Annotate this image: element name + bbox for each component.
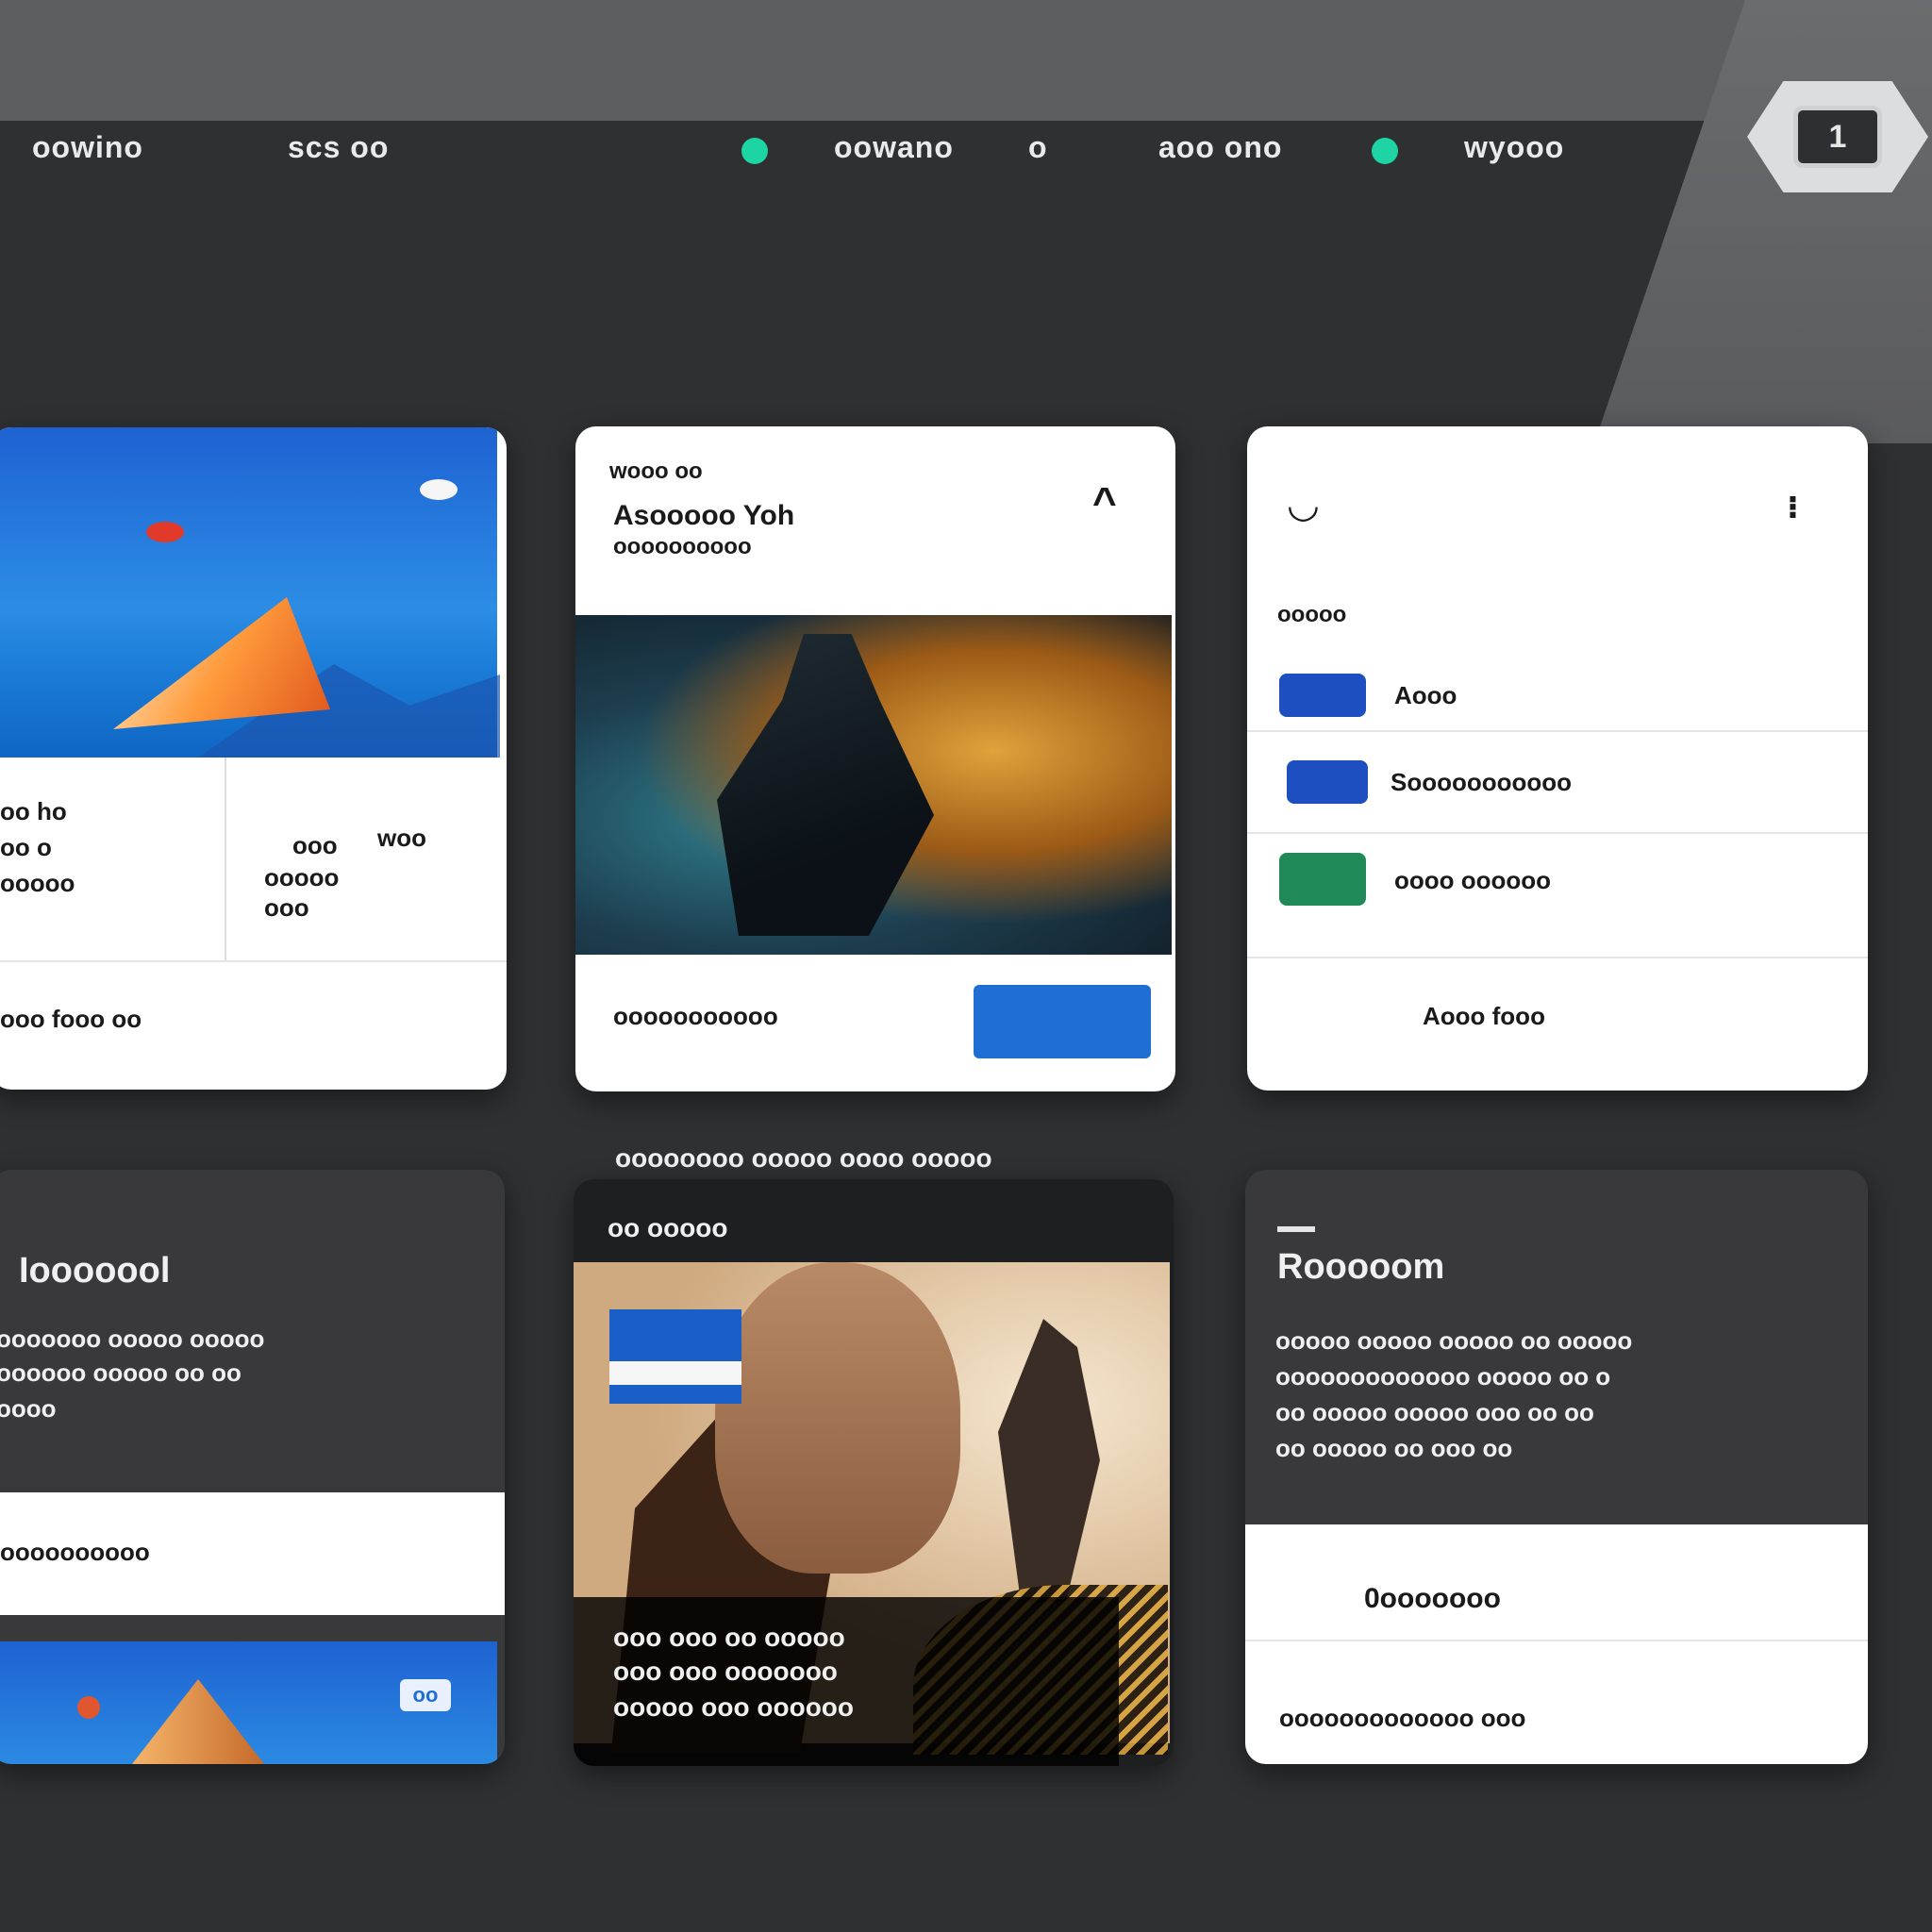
card-a-line-1: oo ho [0,797,67,825]
card-sea-image [0,427,500,758]
cloud-icon [420,479,458,500]
nav-item-4[interactable]: o [1028,130,1048,165]
kite-icon [146,522,184,542]
card-warrior[interactable]: wooo oo Asooooo Yoh oooooooooo ^ ooooooo… [575,426,1175,1091]
card-dark-info[interactable]: Rooooom ooooo ooooo ooooo oo ooooo ooooo… [1245,1170,1868,1764]
creature-shape [998,1319,1100,1602]
card-b-footer: ooooooooooo [613,1002,778,1030]
status-dot-icon [1372,138,1398,164]
card-b-image [575,615,1172,955]
card-b-action-button[interactable] [974,985,1151,1058]
card-a-right-1: ooo [292,831,338,859]
card-dark-text[interactable]: Iooooool ooooooo ooooo ooooo oooooo oooo… [0,1170,505,1764]
smile-icon[interactable]: ◡ [1289,483,1318,526]
card-a-right-3: ooo [264,893,309,922]
flag-shape [609,1309,741,1404]
card-f-mid[interactable]: 0ooooooo [1364,1583,1501,1615]
card-sea[interactable]: oo ho oo o ooooo woo ooo ooooo ooo ooo f… [0,427,507,1090]
logo-icon: 1 [1793,106,1882,168]
list-item-icon [1279,853,1366,906]
card-d-line-3: oooo [0,1394,57,1423]
card-f-line-3: oo ooooo ooooo ooo oo oo [1275,1398,1594,1426]
card-f-title: Rooooom [1277,1247,1445,1287]
card-a-right-top: woo [377,824,426,852]
nav-item-5[interactable]: aoo ono [1158,130,1282,165]
card-a-footer-link[interactable]: ooo fooo oo [0,1005,142,1034]
card-portrait[interactable]: oo ooooo ooo ooo oo ooooo ooo ooo oooooo… [574,1179,1174,1766]
nav-item-6[interactable]: wyooo [1464,130,1564,165]
card-a-right-2: ooooo [264,863,340,891]
nav-item-3[interactable]: oowano [834,130,954,165]
divider [1247,832,1868,834]
nav-item-2[interactable]: scs oo [288,130,389,165]
card-d-title: Iooooool [19,1251,171,1291]
divider [225,758,226,960]
list-item-1[interactable]: Aooo [1394,681,1457,710]
card-f-line-2: ooooooooooooo ooooo oo o [1275,1362,1611,1391]
section-heading: oooooooo ooooo oooo ooooo [615,1143,992,1173]
list-item-3[interactable]: oooo oooooo [1394,866,1551,895]
card-list[interactable]: ◡ ⁝ ooooo Aooo Sooooooooooo oooo oooooo … [1247,426,1868,1091]
card-d-line-1: ooooooo ooooo ooooo [0,1324,265,1353]
card-f-line-4: oo ooooo oo ooo oo [1275,1434,1513,1462]
divider [1247,730,1868,732]
sail-shape [113,597,330,729]
accent-bar [1277,1226,1315,1232]
status-dot-icon [741,138,768,164]
list-item-icon [1287,760,1368,804]
caption-line-2: ooo ooo ooooooo [613,1657,838,1686]
card-c-section: ooooo [1277,602,1347,627]
list-item-2[interactable]: Sooooooooooo [1391,768,1572,797]
caption-line-3: ooooo ooo oooooo [613,1692,855,1722]
card-b-title: Asooooo Yoh [613,500,795,531]
card-b-subtitle: oooooooooo [613,534,752,559]
nav-item-1[interactable]: oowino [32,130,143,165]
card-a-line-3: ooooo [0,869,75,897]
balloon-icon [77,1696,100,1719]
card-a-line-2: oo o [0,833,52,861]
divider [1247,957,1868,958]
warrior-figure [717,634,934,936]
divider [0,960,507,962]
chevron-up-icon[interactable]: ^ [1092,479,1117,526]
list-item-icon [1279,674,1366,717]
card-d-line-2: oooooo ooooo oo oo [0,1358,242,1387]
card-b-kicker: wooo oo [609,458,703,484]
top-band [0,0,1932,121]
divider [1245,1640,1868,1641]
card-e-kicker: oo ooooo [608,1213,728,1242]
card-f-line-1: ooooo ooooo ooooo oo ooooo [1275,1326,1633,1355]
card-d-mini-button[interactable]: oo [400,1679,451,1711]
card-f-footer[interactable]: ooooooooooooo ooo [1279,1704,1525,1733]
logo-badge[interactable]: 1 [1747,81,1928,192]
card-d-footer: oooooooooo [0,1538,150,1566]
caption-line-1: ooo ooo oo ooooo [613,1623,845,1652]
face-shape [715,1262,960,1574]
more-dots-icon[interactable]: ⁝ [1787,489,1799,526]
card-c-footer-link[interactable]: Aooo fooo [1423,1002,1545,1031]
